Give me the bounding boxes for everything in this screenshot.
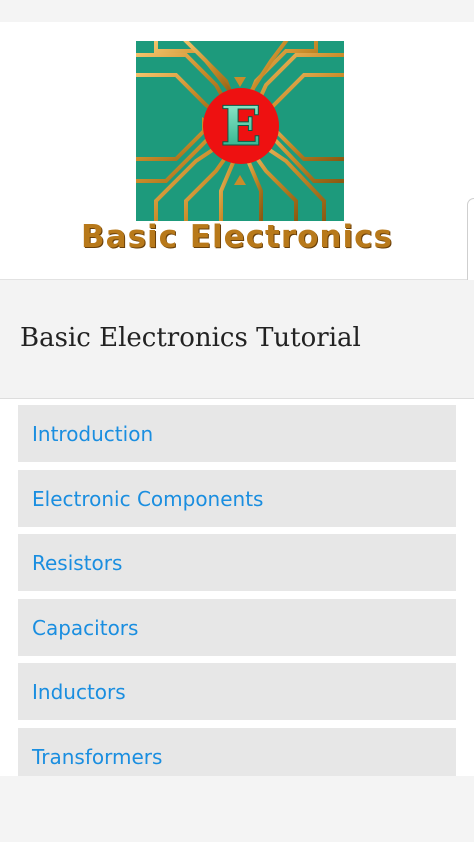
logo-letter: E [220, 94, 261, 158]
circuit-logo-icon: E [134, 38, 346, 223]
tutorial-menu: Introduction Electronic Components Resis… [0, 399, 474, 776]
page-title-bar: Basic Electronics Tutorial [0, 280, 474, 399]
site-header: E Basic Electronics [0, 22, 474, 280]
menu-item-inductors[interactable]: Inductors [18, 663, 456, 720]
menu-item-capacitors[interactable]: Capacitors [18, 599, 456, 656]
status-strip [0, 0, 474, 22]
menu-item-transformers[interactable]: Transformers [18, 728, 456, 776]
logo-image[interactable]: E [134, 38, 346, 223]
page-title: Basic Electronics Tutorial [20, 323, 361, 353]
menu-item-resistors[interactable]: Resistors [18, 534, 456, 591]
footer-area [0, 776, 474, 842]
logo-wordmark: Basic Electronics [81, 219, 393, 255]
menu-item-electronic-components[interactable]: Electronic Components [18, 470, 456, 527]
menu-item-introduction[interactable]: Introduction [18, 405, 456, 462]
